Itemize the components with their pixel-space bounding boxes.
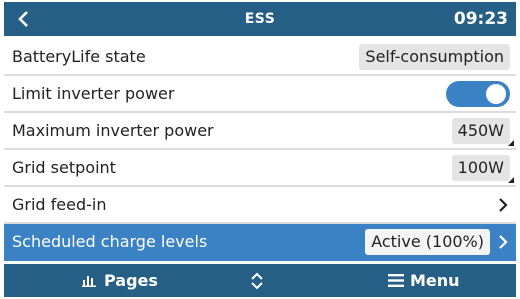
row-label: Maximum inverter power [12, 121, 214, 140]
maximum-inverter-power-value[interactable]: 450W [451, 117, 515, 146]
grid-setpoint-value[interactable]: 100W [451, 154, 515, 183]
page-title: ESS [244, 11, 276, 27]
row-maximum-inverter-power[interactable]: Maximum inverter power 450W [4, 113, 516, 150]
menu-label: Menu [410, 271, 460, 290]
footer-bar: Pages Menu [4, 264, 516, 297]
row-batterylife-state[interactable]: BatteryLife state Self-consumption [4, 39, 516, 76]
clock: 09:23 [453, 9, 508, 29]
limit-inverter-power-toggle[interactable] [446, 80, 510, 107]
bar-chart-icon [82, 276, 96, 287]
pages-label: Pages [104, 271, 158, 290]
row-limit-inverter-power[interactable]: Limit inverter power [4, 76, 516, 113]
row-label: Limit inverter power [12, 84, 175, 103]
chevron-right-icon [496, 232, 510, 252]
row-grid-setpoint[interactable]: Grid setpoint 100W [4, 150, 516, 187]
scroll-button[interactable] [247, 264, 267, 297]
scheduled-charge-levels-value: Active (100%) [365, 228, 490, 255]
row-label: Scheduled charge levels [12, 232, 208, 251]
toggle-knob [486, 83, 506, 104]
row-scheduled-charge-levels[interactable]: Scheduled charge levels Active (100%) [4, 224, 516, 261]
pages-button[interactable]: Pages [82, 264, 158, 297]
hamburger-icon [388, 274, 404, 287]
chevron-right-icon [496, 195, 510, 215]
menu-button[interactable]: Menu [388, 264, 460, 297]
up-down-chevron-icon [251, 272, 263, 289]
batterylife-state-value: Self-consumption [359, 43, 510, 70]
row-grid-feed-in[interactable]: Grid feed-in [4, 187, 516, 224]
settings-list: BatteryLife state Self-consumption Limit… [4, 39, 516, 261]
row-label: Grid feed-in [12, 195, 107, 214]
row-label: Grid setpoint [12, 158, 116, 177]
row-label: BatteryLife state [12, 47, 146, 66]
header-bar: ESS 09:23 [4, 2, 516, 36]
